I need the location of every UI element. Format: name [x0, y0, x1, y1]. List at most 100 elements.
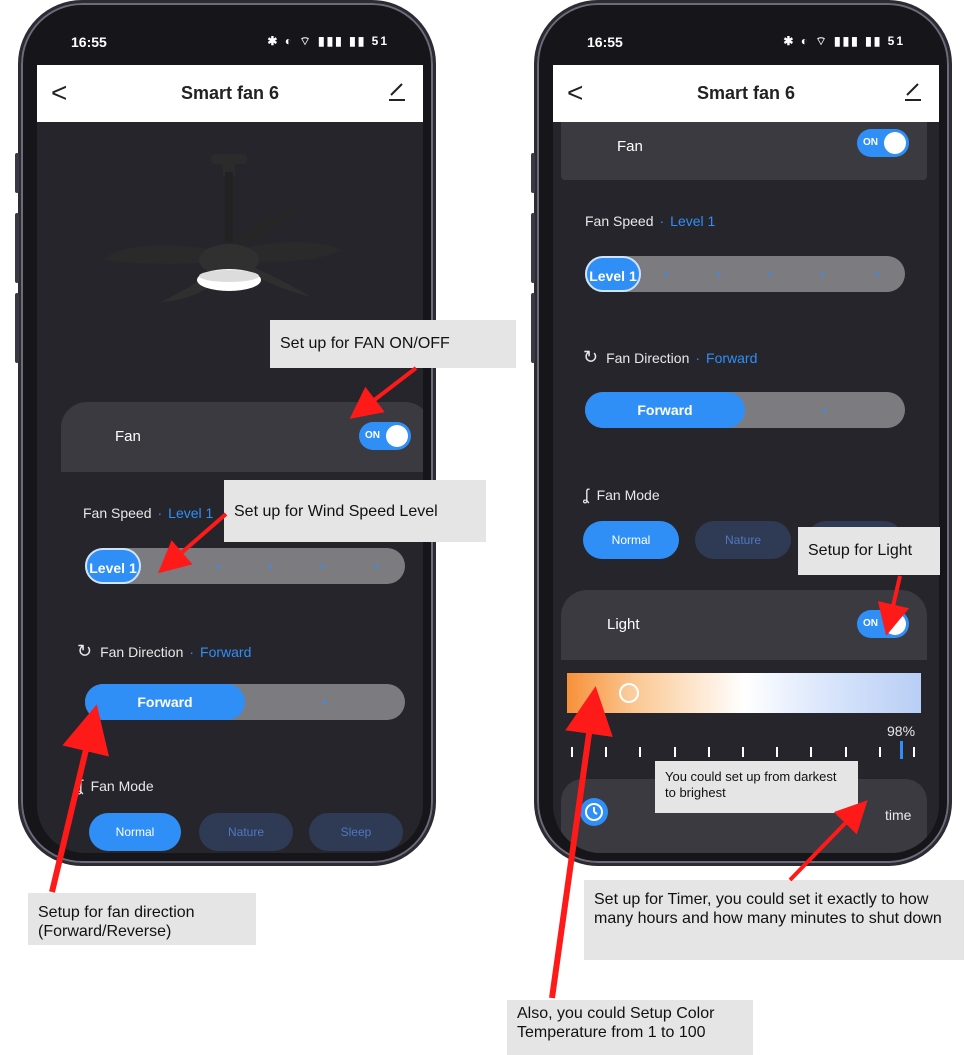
slider-step-dot: [823, 409, 826, 412]
wind-icon: ʆ: [77, 778, 83, 795]
fan-speed-value: Level 1: [670, 213, 716, 229]
fan-direction-slider[interactable]: Forward: [85, 684, 405, 720]
brightness-scale[interactable]: [567, 741, 921, 759]
brightness-scale-tick: [810, 747, 813, 757]
fan-speed-thumb[interactable]: Level 1: [85, 548, 141, 584]
fan-mode-row: ʆ Fan Mode: [583, 487, 660, 505]
fan-toggle[interactable]: ON: [359, 422, 411, 450]
slider-step-dot: [323, 701, 326, 704]
slider-step-dot: [217, 565, 220, 568]
nav-bar: < Smart fan 6: [553, 65, 939, 122]
light-label: Light: [607, 616, 640, 633]
fan-speed-row: Fan Speed · Level 1: [585, 213, 715, 229]
fan-label: Fan: [617, 138, 643, 155]
fan-direction-slider[interactable]: Forward: [585, 392, 905, 428]
color-temperature-bar[interactable]: [567, 673, 921, 713]
fan-speed-label: Fan Speed: [83, 505, 152, 521]
edit-icon[interactable]: [903, 79, 923, 103]
brightness-scale-tick: [742, 747, 744, 757]
edit-icon[interactable]: [387, 79, 407, 103]
mode-nature-button[interactable]: Nature: [199, 813, 293, 851]
separator-dot: ·: [189, 644, 195, 660]
light-power-card: Light ON: [561, 590, 927, 660]
fan-direction-value: Forward: [706, 350, 758, 366]
toggle-knob: [884, 613, 906, 635]
annotation-darkest-brightest: You could set up from darkest to brighes…: [655, 761, 858, 813]
separator-dot: ·: [695, 350, 701, 366]
brightness-level-marker[interactable]: [900, 741, 904, 759]
fan-speed-slider[interactable]: Level 1: [85, 548, 405, 584]
brightness-percent: 98%: [887, 723, 916, 739]
fan-speed-label: Fan Speed: [585, 213, 654, 229]
status-time: 16:55: [71, 34, 107, 50]
fan-direction-thumb[interactable]: Forward: [585, 392, 745, 428]
slider-step-dot: [717, 273, 720, 276]
wind-icon: ʆ: [583, 487, 589, 504]
fan-direction-label: Fan Direction: [606, 350, 690, 366]
side-button: [15, 213, 19, 283]
slider-step-dot: [665, 273, 668, 276]
brightness-scale-tick: [571, 747, 573, 757]
fan-power-card: Fan ON: [561, 122, 927, 180]
slider-step-dot: [875, 273, 878, 276]
toggle-knob: [386, 425, 408, 447]
brightness-scale-tick: [605, 747, 608, 757]
color-temperature-knob[interactable]: [619, 683, 639, 703]
fan-toggle[interactable]: ON: [857, 129, 909, 157]
slider-step-dot: [769, 273, 772, 276]
fan-direction-thumb[interactable]: Forward: [85, 684, 245, 720]
fan-speed-thumb[interactable]: Level 1: [585, 256, 641, 292]
mode-sleep-button[interactable]: Sleep: [309, 813, 403, 851]
clock-icon: [580, 798, 608, 826]
annotation-timer: Set up for Timer, you could set it exact…: [584, 880, 964, 960]
slider-step-dot: [269, 565, 272, 568]
separator-dot: ·: [659, 213, 665, 229]
annotation-fan-onoff: Set up for FAN ON/OFF: [270, 320, 516, 368]
nav-bar: < Smart fan 6: [37, 65, 423, 122]
fan-speed-row: Fan Speed · Level 1: [83, 505, 213, 521]
slider-step-dot: [821, 273, 824, 276]
brightness-scale-tick: [673, 747, 676, 757]
status-bar: 16:55 ✱ ◐ ⌔ ▮▮▮ ▮▮ 51: [37, 17, 423, 65]
left-phone: 16:55 ✱ ◐ ⌔ ▮▮▮ ▮▮ 51 < Smart fan 6 Fan …: [15, 0, 436, 866]
light-toggle[interactable]: ON: [857, 610, 909, 638]
side-button: [531, 213, 535, 283]
fan-direction-row: ↻ Fan Direction · Forward: [77, 641, 251, 662]
timer-label: time: [885, 807, 912, 823]
brightness-scale-tick: [639, 747, 642, 757]
annotation-color-temperature: Also, you could Setup Color Temperature …: [507, 1000, 753, 1055]
slider-step-dot: [321, 565, 324, 568]
status-time: 16:55: [587, 34, 623, 50]
toggle-on-label: ON: [863, 137, 878, 148]
annotation-light: Setup for Light: [798, 527, 940, 575]
side-button: [531, 293, 535, 363]
fan-speed-value: Level 1: [168, 505, 214, 521]
right-phone: 16:55 ✱ ◐ ⌔ ▮▮▮ ▮▮ 51 < Smart fan 6 Fan …: [531, 0, 952, 866]
mode-normal-button[interactable]: Normal: [583, 521, 679, 559]
toggle-on-label: ON: [365, 430, 380, 441]
mode-normal-button[interactable]: Normal: [89, 813, 181, 851]
fan-direction-label: Fan Direction: [100, 644, 184, 660]
status-icons: ✱ ◐ ⌔ ▮▮▮ ▮▮ 51: [783, 34, 905, 48]
ceiling-fan-image: [103, 154, 341, 302]
slider-step-dot: [375, 565, 378, 568]
toggle-knob: [884, 132, 906, 154]
page-title: Smart fan 6: [180, 83, 280, 103]
slider-step-dot: [165, 565, 168, 568]
brightness-scale-tick: [913, 747, 915, 757]
brightness-scale-tick: [776, 747, 779, 757]
brightness-scale-tick: [707, 747, 710, 757]
mode-nature-button[interactable]: Nature: [695, 521, 791, 559]
fan-mode-row: ʆ Fan Mode: [77, 778, 154, 796]
side-button: [15, 153, 19, 193]
fan-mode-label: Fan Mode: [90, 778, 154, 794]
status-bar: 16:55 ✱ ◐ ⌔ ▮▮▮ ▮▮ 51: [553, 17, 939, 65]
toggle-on-label: ON: [863, 618, 878, 629]
status-icons: ✱ ◐ ⌔ ▮▮▮ ▮▮ 51: [267, 34, 389, 48]
fan-direction-value: Forward: [200, 644, 252, 660]
refresh-icon: ↻: [583, 347, 599, 367]
fan-speed-slider[interactable]: Level 1: [585, 256, 905, 292]
right-screen: 16:55 ✱ ◐ ⌔ ▮▮▮ ▮▮ 51 < Smart fan 6 Fan …: [553, 17, 939, 853]
fan-direction-row: ↻ Fan Direction · Forward: [583, 347, 757, 368]
separator-dot: ·: [157, 505, 163, 521]
